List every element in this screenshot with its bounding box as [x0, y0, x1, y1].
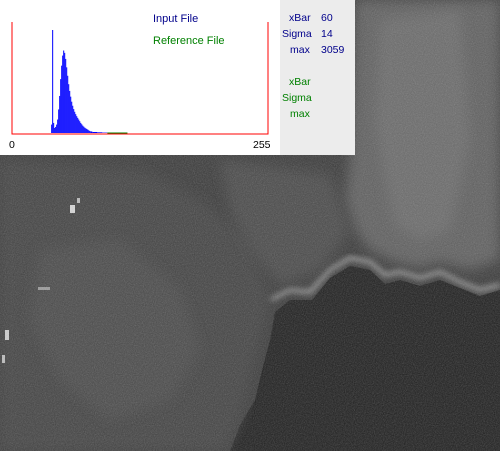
- histogram-bar: [77, 117, 79, 133]
- legend-reference-file: Reference File: [153, 35, 225, 47]
- histogram-bar: [58, 109, 60, 133]
- legend-input-file: Input File: [153, 13, 199, 25]
- histogram-bar: [53, 122, 55, 133]
- reference-sigma-label: Sigma: [282, 92, 312, 104]
- x-tick-min: 0: [9, 139, 15, 151]
- histogram-bar: [89, 130, 91, 133]
- histogram-bar: [63, 50, 65, 134]
- histogram-bar: [74, 111, 76, 133]
- histogram-bar: [85, 128, 87, 133]
- histogram-bar: [56, 124, 58, 133]
- input-max-label: max: [290, 44, 310, 56]
- histogram-bar: [60, 79, 62, 133]
- histogram-bar: [59, 95, 61, 133]
- input-sigma-value: 14: [321, 28, 333, 40]
- histogram-bar: [92, 131, 98, 133]
- histogram-bar: [61, 65, 63, 133]
- histogram-chart: [11, 22, 269, 135]
- reference-max-label: max: [290, 108, 310, 120]
- input-max-value: 3059: [321, 44, 345, 56]
- histogram-bar: [71, 101, 73, 133]
- histogram-bar: [83, 126, 85, 133]
- histogram-bar: [87, 129, 89, 133]
- histogram-bar: [64, 52, 66, 133]
- histogram-bar: [90, 131, 93, 133]
- histogram-bar: [84, 127, 86, 133]
- histogram-bar: [97, 132, 103, 133]
- histogram-frame: [11, 22, 269, 135]
- histogram-bar: [88, 130, 90, 133]
- histogram-bar: [72, 105, 74, 133]
- x-tick-max: 255: [253, 139, 271, 151]
- histogram-bar: [78, 119, 80, 133]
- histogram-bar: [76, 116, 78, 133]
- histogram-bar: [52, 30, 54, 133]
- histogram-bar: [81, 124, 83, 133]
- histogram-bar: [57, 119, 59, 133]
- histogram-panel: 0 255 Input File Reference File xBar 60 …: [0, 0, 355, 155]
- histogram-bar: [75, 114, 77, 133]
- histogram-bar: [62, 55, 64, 134]
- reference-xbar-label: xBar: [289, 76, 311, 88]
- histogram-bar: [69, 90, 71, 133]
- histogram-bar: [54, 127, 56, 133]
- histogram-bar: [70, 96, 72, 133]
- histogram-bar: [66, 67, 68, 133]
- histogram-bar: [80, 122, 82, 133]
- histogram-bar: [73, 109, 75, 133]
- histogram-bar: [68, 84, 70, 133]
- histogram-bar: [82, 125, 84, 133]
- histogram-bar: [55, 126, 57, 133]
- histogram-bar: [65, 58, 67, 133]
- input-xbar-label: xBar: [289, 12, 311, 24]
- histogram-bar: [51, 124, 53, 133]
- input-xbar-value: 60: [321, 12, 333, 24]
- histogram-bar: [86, 128, 88, 133]
- histogram-bar: [79, 121, 81, 133]
- input-sigma-label: Sigma: [282, 28, 312, 40]
- histogram-bar: [67, 75, 69, 133]
